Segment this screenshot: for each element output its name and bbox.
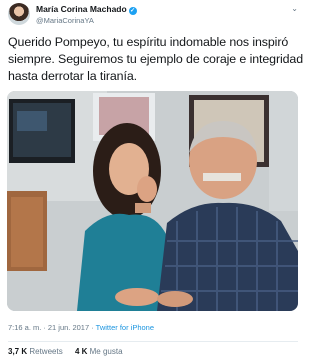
tweet-card: María Corina Machado ✓ @MariaCorinaYA ⌄ Q… <box>0 0 303 360</box>
author-display-name-text[interactable]: María Corina Machado <box>36 4 127 14</box>
retweets-stat[interactable]: 3,7 K Retweets <box>8 347 63 356</box>
tweet-source-link[interactable]: Twitter for iPhone <box>96 323 154 332</box>
meta-separator: · <box>43 323 46 332</box>
author-display-name[interactable]: María Corina Machado ✓ <box>36 4 137 15</box>
chevron-down-icon[interactable]: ⌄ <box>291 5 298 13</box>
tweet-text-line: Querido Pompeyo, tu espíritu indomable n… <box>8 35 289 49</box>
author-names[interactable]: María Corina Machado ✓ @MariaCorinaYA <box>36 4 137 25</box>
tweet-time[interactable]: 7:16 a. m. <box>8 323 41 332</box>
author-handle[interactable]: @MariaCorinaYA <box>36 16 137 25</box>
retweets-label[interactable]: Retweets <box>29 347 62 356</box>
tweet-header: María Corina Machado ✓ @MariaCorinaYA ⌄ <box>8 3 298 27</box>
tweet-date[interactable]: 21 jun. 2017 <box>48 323 89 332</box>
tweet-photo[interactable] <box>7 91 298 311</box>
likes-count[interactable]: 4 K <box>75 347 87 356</box>
tweet-text: Querido Pompeyo, tu espíritu indomable n… <box>8 34 303 85</box>
likes-stat[interactable]: 4 K Me gusta <box>75 347 123 356</box>
tweet-text-line: siempre. Seguiremos tu ejemplo de coraje… <box>8 52 303 66</box>
tweet-timestamp[interactable]: 7:16 a. m. · 21 jun. 2017 · Twitter for iPho… <box>8 323 154 332</box>
retweets-count[interactable]: 3,7 K <box>8 347 27 356</box>
tweet-text-line: hasta derrotar la tiranía. <box>8 69 137 83</box>
likes-label[interactable]: Me gusta <box>90 347 123 356</box>
verified-badge-icon: ✓ <box>128 7 137 15</box>
meta-separator: · <box>91 323 94 332</box>
tweet-stats: 3,7 K Retweets 4 K Me gusta <box>8 347 133 356</box>
avatar[interactable] <box>8 3 30 25</box>
divider <box>8 341 298 342</box>
